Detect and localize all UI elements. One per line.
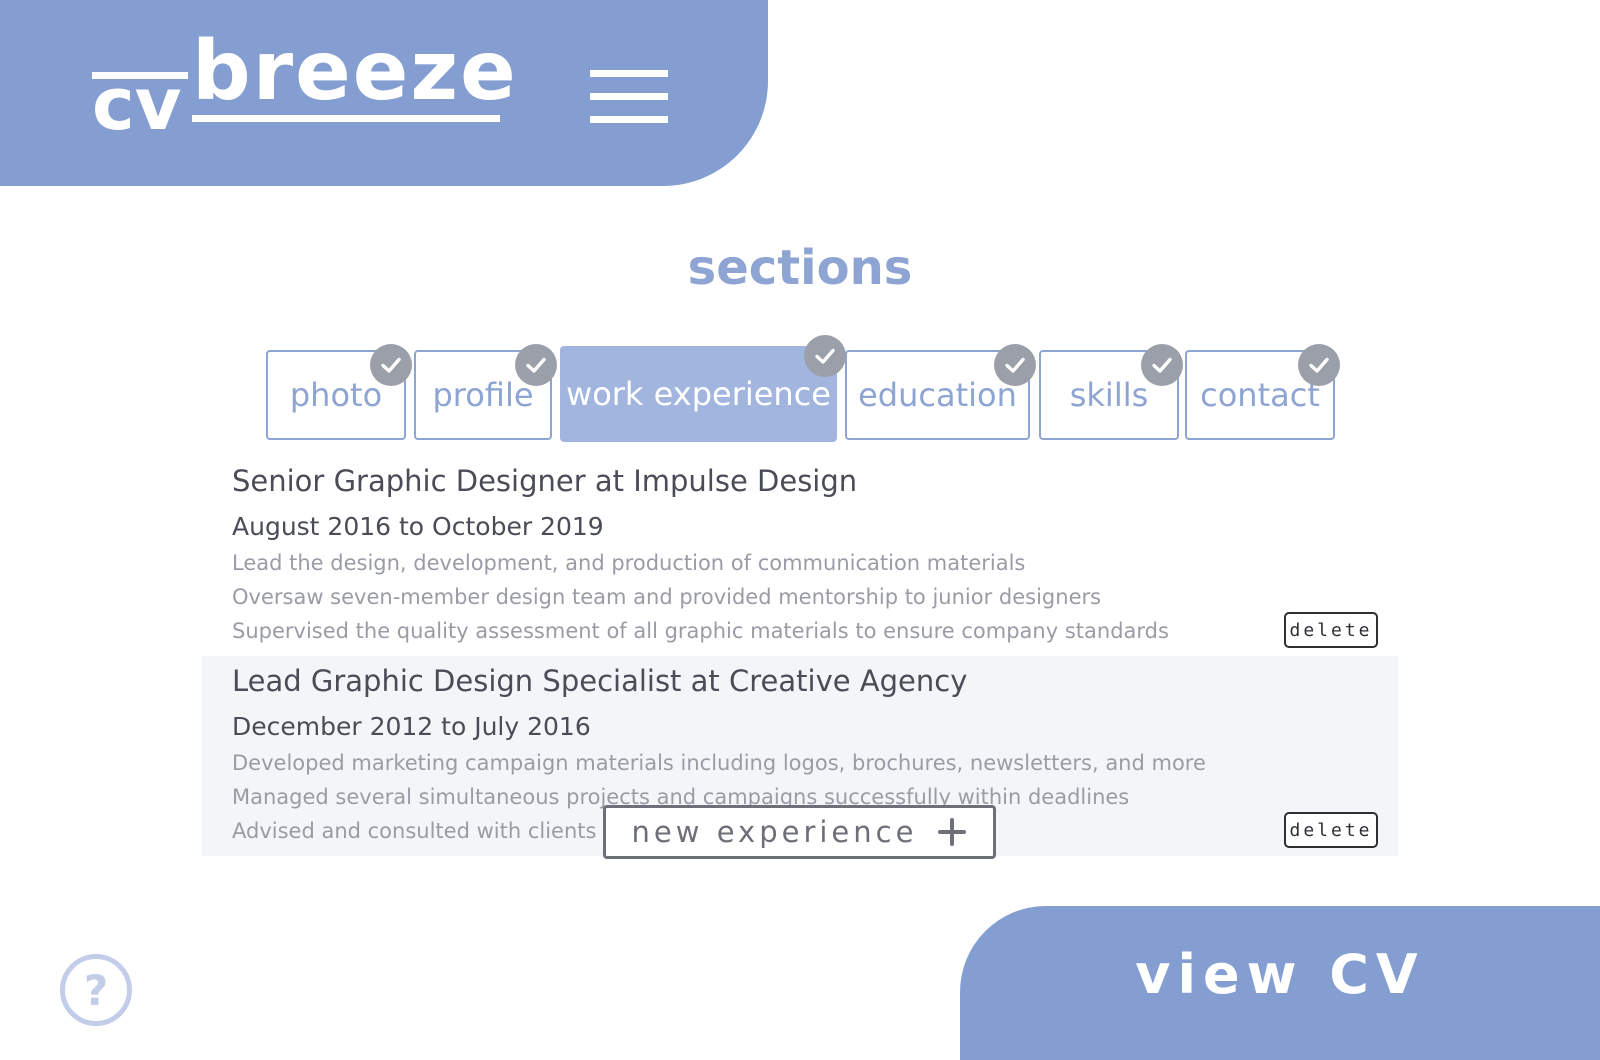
tab-label: contact	[1200, 376, 1320, 414]
header: cv breeze	[0, 0, 768, 186]
check-icon	[1141, 344, 1183, 386]
delete-button[interactable]: delete	[1284, 812, 1378, 848]
plus-icon	[938, 818, 967, 846]
tab-label: education	[858, 376, 1017, 414]
experience-title: Senior Graphic Designer at Impulse Desig…	[232, 464, 858, 498]
new-experience-label: new experience	[631, 815, 918, 849]
experience-dates: August 2016 to October 2019	[232, 512, 604, 541]
experience-bullet: Developed marketing campaign materials i…	[232, 751, 1206, 775]
tab-work-experience[interactable]: work experience	[560, 346, 837, 442]
check-icon	[804, 335, 846, 377]
hamburger-menu-icon[interactable]	[590, 66, 670, 126]
sections-title: sections	[687, 240, 913, 296]
view-cv-label: view CV	[1135, 942, 1425, 1006]
tab-label: work experience	[566, 375, 831, 413]
experience-bullet: Lead the design, development, and produc…	[232, 551, 1026, 575]
tab-label: skills	[1069, 376, 1149, 414]
tab-label: photo	[289, 376, 383, 414]
check-icon	[994, 344, 1036, 386]
delete-button[interactable]: delete	[1284, 612, 1378, 648]
help-icon[interactable]: ?	[60, 954, 132, 1026]
check-icon	[1298, 344, 1340, 386]
logo-breeze-underline	[192, 115, 500, 122]
experience-title: Lead Graphic Design Specialist at Creati…	[232, 664, 968, 698]
logo-breeze-text: breeze	[192, 24, 518, 119]
tab-label: profile	[432, 376, 534, 414]
check-icon	[370, 344, 412, 386]
app-root: cv breeze sections photo profile work ex…	[0, 0, 1600, 1060]
experience-bullet: Oversaw seven-member design team and pro…	[232, 585, 1102, 609]
new-experience-button[interactable]: new experience	[603, 805, 996, 859]
logo-cv-text: cv	[92, 62, 182, 146]
experience-item: Senior Graphic Designer at Impulse Desig…	[202, 456, 1398, 656]
check-icon	[515, 344, 557, 386]
view-cv-button[interactable]: view CV	[960, 906, 1600, 1060]
experience-dates: December 2012 to July 2016	[232, 712, 591, 741]
experience-bullet: Supervised the quality assessment of all…	[232, 619, 1169, 643]
logo[interactable]: cv breeze	[92, 24, 516, 146]
